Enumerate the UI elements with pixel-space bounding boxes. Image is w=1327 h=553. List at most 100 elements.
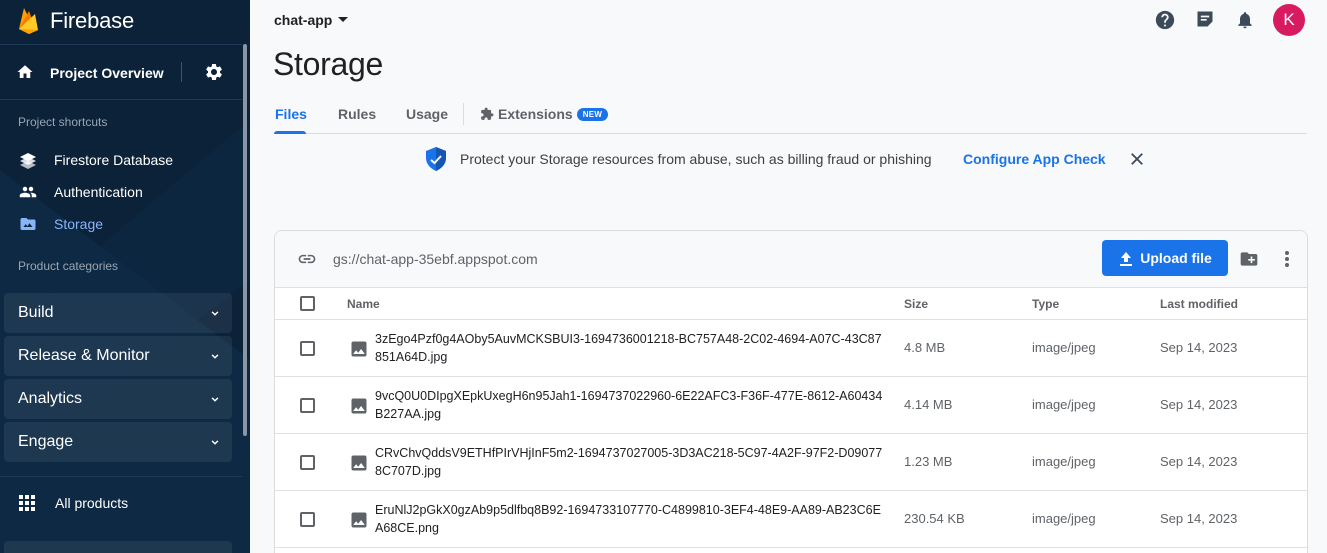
file-type: image/jpeg bbox=[1032, 340, 1096, 355]
sidebar: Firebase Project Overview Project shortc… bbox=[0, 0, 250, 553]
image-file-icon bbox=[351, 455, 367, 471]
image-file-icon bbox=[351, 512, 367, 528]
files-card: gs://chat-app-35ebf.appspot.com Upload f… bbox=[274, 230, 1308, 553]
sidebar-item-firestore[interactable]: Firestore Database bbox=[0, 144, 242, 176]
dropdown-arrow-icon bbox=[338, 17, 349, 22]
category-label: Build bbox=[18, 304, 54, 321]
file-last-modified: Sep 14, 2023 bbox=[1160, 340, 1238, 355]
upload-icon bbox=[1120, 252, 1133, 266]
file-type: image/jpeg bbox=[1032, 454, 1096, 469]
section-title-categories: Product categories bbox=[18, 259, 119, 273]
row-checkbox[interactable] bbox=[300, 455, 315, 470]
select-all-checkbox[interactable] bbox=[300, 296, 315, 311]
all-products-label: All products bbox=[55, 495, 129, 511]
file-name[interactable]: CRvChvQddsV9ETHfPIrVHjInF5m2-16947370270… bbox=[375, 444, 885, 480]
file-last-modified: Sep 14, 2023 bbox=[1160, 454, 1238, 469]
table-row[interactable]: EruNlJ2pGkX0gzAb9p5dlfbq8B92-16947331077… bbox=[275, 491, 1307, 548]
storage-folder-icon bbox=[20, 218, 36, 230]
sidebar-item-label: Authentication bbox=[54, 184, 143, 200]
table-row[interactable]: 9vcQ0U0DIpgXEpkUxegH6n95Jah1-16947370229… bbox=[275, 377, 1307, 434]
file-type: image/jpeg bbox=[1032, 511, 1096, 526]
divider bbox=[463, 103, 464, 125]
project-name: chat-app bbox=[274, 12, 333, 28]
new-badge: NEW bbox=[576, 108, 609, 121]
file-name[interactable]: 9vcQ0U0DIpgXEpkUxegH6n95Jah1-16947370229… bbox=[375, 387, 885, 423]
category-label: Engage bbox=[18, 433, 74, 450]
firestore-icon bbox=[20, 153, 36, 169]
category-label: Release & Monitor bbox=[18, 347, 150, 364]
file-size: 1.23 MB bbox=[904, 454, 953, 469]
link-icon[interactable] bbox=[296, 249, 318, 269]
divider bbox=[0, 476, 242, 477]
table-row[interactable]: 3zEgo4Pzf0g4AOby5AuvMCKSBUI3-16947360012… bbox=[275, 320, 1307, 377]
chevron-down-icon bbox=[211, 354, 219, 359]
row-checkbox[interactable] bbox=[300, 512, 315, 527]
column-header-type[interactable]: Type bbox=[1032, 297, 1059, 311]
close-icon[interactable] bbox=[1128, 150, 1146, 168]
brand-name: Firebase bbox=[50, 8, 134, 33]
column-header-size[interactable]: Size bbox=[904, 297, 928, 311]
chevron-down-icon bbox=[211, 397, 219, 402]
sidebar-item-storage[interactable]: Storage bbox=[0, 208, 242, 240]
create-folder-icon[interactable] bbox=[1238, 249, 1260, 269]
file-size: 4.8 MB bbox=[904, 340, 946, 355]
tab-extensions-label: Extensions bbox=[498, 106, 573, 122]
category-release-monitor[interactable]: Release & Monitor bbox=[4, 336, 232, 376]
category-build[interactable]: Build bbox=[4, 293, 232, 333]
table-header: Name Size Type Last modified bbox=[275, 288, 1307, 320]
category-analytics[interactable]: Analytics bbox=[4, 379, 232, 419]
column-header-name[interactable]: Name bbox=[347, 297, 380, 311]
tab-rules[interactable]: Rules bbox=[338, 106, 376, 122]
all-products-link[interactable]: All products bbox=[0, 487, 242, 519]
sidebar-scrollbar[interactable] bbox=[243, 44, 247, 436]
bucket-toolbar: gs://chat-app-35ebf.appspot.com Upload f… bbox=[275, 231, 1307, 288]
page-title: Storage bbox=[273, 46, 383, 82]
more-vert-icon[interactable] bbox=[1281, 249, 1293, 269]
shield-icon bbox=[426, 147, 446, 171]
tab-files[interactable]: Files bbox=[275, 106, 307, 122]
chevron-down-icon bbox=[211, 440, 219, 445]
avatar[interactable]: K bbox=[1273, 4, 1305, 36]
file-type: image/jpeg bbox=[1032, 397, 1096, 412]
sidebar-item-label: Firestore Database bbox=[54, 152, 174, 168]
upload-file-button[interactable]: Upload file bbox=[1102, 240, 1228, 276]
divider bbox=[0, 99, 242, 100]
sidebar-item-label: Storage bbox=[54, 216, 104, 232]
feedback-icon[interactable] bbox=[1195, 9, 1215, 29]
project-overview-link[interactable]: Project Overview bbox=[50, 65, 164, 81]
notifications-bell-icon[interactable] bbox=[1235, 9, 1255, 31]
home-icon[interactable] bbox=[16, 63, 34, 81]
project-selector[interactable]: chat-app bbox=[274, 12, 349, 28]
row-checkbox[interactable] bbox=[300, 341, 315, 356]
category-engage[interactable]: Engage bbox=[4, 422, 232, 462]
chevron-down-icon bbox=[211, 311, 219, 316]
bucket-url: gs://chat-app-35ebf.appspot.com bbox=[333, 251, 538, 267]
firebase-flame-icon bbox=[19, 8, 38, 34]
divider bbox=[181, 62, 182, 82]
image-file-icon bbox=[351, 398, 367, 414]
project-overview-row: Project Overview bbox=[0, 44, 242, 100]
apps-grid-icon bbox=[19, 495, 35, 511]
file-size: 4.14 MB bbox=[904, 397, 953, 412]
image-file-icon bbox=[351, 341, 367, 357]
people-icon bbox=[19, 186, 37, 198]
extensions-puzzle-icon bbox=[481, 107, 494, 120]
file-last-modified: Sep 14, 2023 bbox=[1160, 511, 1238, 526]
table-row[interactable]: CRvChvQddsV9ETHfPIrVHjInF5m2-16947370270… bbox=[275, 434, 1307, 491]
sidebar-item-authentication[interactable]: Authentication bbox=[0, 176, 242, 208]
configure-app-check-link[interactable]: Configure App Check bbox=[963, 151, 1106, 167]
firebase-logo[interactable]: Firebase bbox=[18, 6, 134, 36]
help-icon[interactable] bbox=[1154, 9, 1176, 31]
tab-extensions[interactable]: Extensions NEW bbox=[479, 106, 609, 122]
tab-bar: Files Rules Usage Extensions NEW bbox=[274, 100, 1307, 134]
column-header-last-modified[interactable]: Last modified bbox=[1160, 297, 1238, 311]
sidebar-bottom-panel bbox=[4, 541, 232, 553]
banner-message: Protect your Storage resources from abus… bbox=[460, 151, 932, 167]
file-last-modified: Sep 14, 2023 bbox=[1160, 397, 1238, 412]
row-checkbox[interactable] bbox=[300, 398, 315, 413]
gear-icon[interactable] bbox=[204, 62, 224, 82]
tab-usage[interactable]: Usage bbox=[406, 106, 448, 122]
file-name[interactable]: EruNlJ2pGkX0gzAb9p5dlfbq8B92-16947331077… bbox=[375, 501, 885, 537]
file-name[interactable]: 3zEgo4Pzf0g4AOby5AuvMCKSBUI3-16947360012… bbox=[375, 330, 885, 366]
upload-file-label: Upload file bbox=[1140, 250, 1212, 266]
